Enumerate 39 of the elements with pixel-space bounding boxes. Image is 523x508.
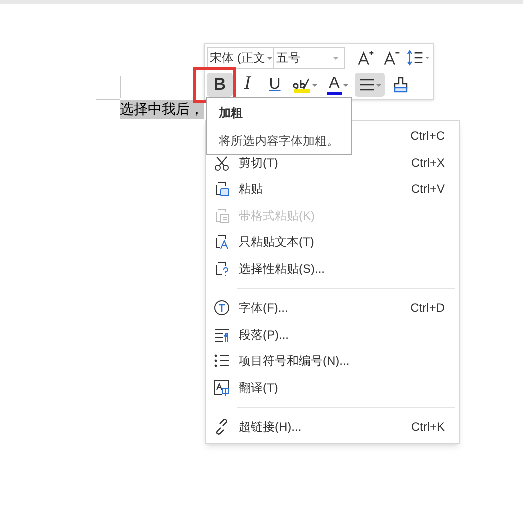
- caret-icon: [266, 54, 273, 62]
- bold-button[interactable]: B: [207, 73, 233, 97]
- menu-item[interactable]: 段落(P)...: [206, 322, 459, 348]
- align-button[interactable]: [355, 73, 385, 97]
- scissors-icon: [214, 154, 230, 171]
- menu-item[interactable]: 字体(F)... Ctrl+D: [206, 295, 459, 322]
- underline-button[interactable]: U: [263, 73, 287, 97]
- line-spacing-icon[interactable]: [407, 49, 431, 67]
- menu-item[interactable]: 翻译(T): [206, 374, 459, 401]
- font-size-dropdown[interactable]: 五号: [274, 47, 346, 69]
- chain-link-icon: [214, 419, 230, 436]
- caret-icon: [376, 82, 382, 88]
- align-icon: [358, 78, 374, 92]
- menu-item[interactable]: 粘贴 Ctrl+V: [206, 176, 459, 202]
- font-name-dropdown[interactable]: 宋体 (正文: [207, 47, 274, 69]
- shrink-font-icon[interactable]: [382, 49, 400, 67]
- circled-t-icon: [214, 300, 230, 316]
- caret-icon: [312, 82, 318, 88]
- clipboard-icon: [214, 260, 230, 277]
- menu-item[interactable]: 超链接(H)... Ctrl+K: [206, 414, 459, 440]
- menu-item[interactable]: 项目符号和编号(N)...: [206, 348, 459, 374]
- list-icon: [214, 353, 230, 370]
- menu-item[interactable]: 剪切(T) Ctrl+X: [206, 150, 459, 176]
- menu-item[interactable]: 只粘贴文本(T): [206, 229, 459, 256]
- clipboard-icon: [214, 181, 230, 198]
- translate-icon: [214, 380, 230, 396]
- italic-button[interactable]: I: [235, 73, 261, 97]
- tooltip-text: 将所选内容字体加粗。: [219, 133, 339, 150]
- tooltip-title: 加粗: [219, 105, 243, 122]
- menu-item[interactable]: 选择性粘贴(S)...: [206, 256, 459, 282]
- brush-icon: [393, 77, 409, 93]
- clipboard-icon: [214, 208, 230, 224]
- selected-text: 选择中我后，: [120, 100, 204, 119]
- caret-icon: [332, 54, 340, 62]
- grow-font-icon[interactable]: [357, 49, 375, 67]
- highlighter-icon: [292, 76, 310, 94]
- paragraph-icon: [214, 326, 230, 343]
- clipboard-icon: [214, 234, 230, 250]
- caret-icon: [342, 82, 349, 88]
